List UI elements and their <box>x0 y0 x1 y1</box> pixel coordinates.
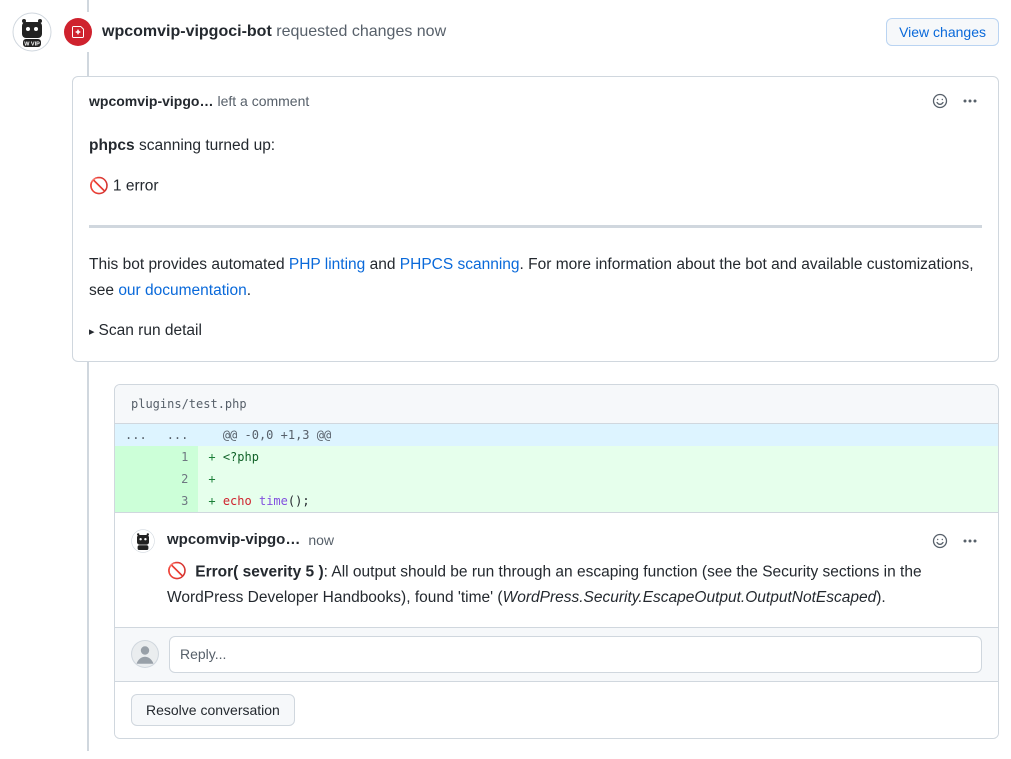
error-label: Error( severity 5 ) <box>195 563 323 580</box>
no-entry-icon: 🚫 <box>167 563 187 580</box>
changes-requested-icon <box>64 18 92 46</box>
comment-footer: Resolve conversation <box>115 681 998 738</box>
error-count: 1 error <box>113 178 159 195</box>
file-path[interactable]: plugins/test.php <box>115 385 998 424</box>
error-rule: WordPress.Security.EscapeOutput.OutputNo… <box>503 589 877 606</box>
review-comment-box: wpcomvip-vipgo… left a comment phpcs sca… <box>72 76 999 362</box>
phpcs-label: phpcs <box>89 137 135 154</box>
reply-input[interactable]: Reply... <box>169 636 982 673</box>
error-tail: ). <box>876 589 885 606</box>
gutter-new: 1 <box>157 446 199 468</box>
gutter-old <box>115 446 157 468</box>
svg-text:W VIP: W VIP <box>24 42 40 48</box>
avatar[interactable] <box>131 529 155 553</box>
code-cell: + <?php <box>198 446 998 468</box>
bot-desc-postdoc: . <box>247 282 251 299</box>
review-action: requested changes now <box>276 23 446 40</box>
php-linting-link[interactable]: PHP linting <box>289 256 365 273</box>
chevron-right-icon: ▸ <box>89 326 95 338</box>
kebab-icon[interactable] <box>958 529 982 553</box>
code-cell: + echo time(); <box>198 490 998 512</box>
left-comment-label: left a comment <box>217 91 309 112</box>
no-entry-icon: 🚫 <box>89 178 109 195</box>
gutter-ellipsis-left: ... <box>115 424 157 446</box>
gutter-old <box>115 490 157 512</box>
scan-result-suffix: scanning turned up: <box>135 137 275 154</box>
diff-row: 3+ echo time(); <box>115 490 998 512</box>
author-name[interactable]: wpcomvip-vipgoci-bot <box>102 23 272 40</box>
diff-row: 2+ <box>115 468 998 490</box>
review-body: phpcs scanning turned up: 🚫1 error This … <box>73 125 998 361</box>
scan-run-detail-label: Scan run detail <box>99 322 202 339</box>
code-review-box: plugins/test.php ... ... @@ -0,0 +1,3 @@… <box>114 384 999 739</box>
scan-run-detail-toggle[interactable]: ▸ Scan run detail <box>89 318 982 344</box>
bot-desc-and: and <box>365 256 399 273</box>
avatar[interactable]: W VIP <box>12 12 52 52</box>
hunk-header-text: @@ -0,0 +1,3 @@ <box>198 424 998 446</box>
code-cell: + <box>198 468 998 490</box>
documentation-link[interactable]: our documentation <box>118 282 246 299</box>
emoji-icon[interactable] <box>928 89 952 113</box>
gutter-new: 3 <box>157 490 199 512</box>
bot-desc-prefix: This bot provides automated <box>89 256 289 273</box>
avatar[interactable] <box>131 640 159 668</box>
commenter-name[interactable]: wpcomvip-vipgo… <box>167 529 300 552</box>
gutter-ellipsis-right: ... <box>157 424 199 446</box>
emoji-icon[interactable] <box>928 529 952 553</box>
hunk-header-row: ... ... @@ -0,0 +1,3 @@ <box>115 424 998 446</box>
kebab-icon[interactable] <box>958 89 982 113</box>
comment-text: 🚫 Error( severity 5 ): All output should… <box>167 559 982 611</box>
gutter-old <box>115 468 157 490</box>
phpcs-scanning-link[interactable]: PHPCS scanning <box>400 256 520 273</box>
comment-time: now <box>308 530 334 551</box>
gutter-new: 2 <box>157 468 199 490</box>
separator <box>89 225 982 228</box>
view-changes-button[interactable]: View changes <box>886 18 999 46</box>
review-header: W VIP wpcomvip-vipgoci-bot requested cha… <box>12 12 999 52</box>
commenter-name[interactable]: wpcomvip-vipgo… <box>89 91 213 112</box>
reply-block: Reply... <box>115 627 998 681</box>
resolve-conversation-button[interactable]: Resolve conversation <box>131 694 295 726</box>
diff-row: 1+ <?php <box>115 446 998 468</box>
inline-comment: wpcomvip-vipgo… now 🚫 <box>115 512 998 627</box>
diff-table: ... ... @@ -0,0 +1,3 @@ 1+ <?php 2+ 3+ e… <box>115 424 998 512</box>
review-header-text: wpcomvip-vipgoci-bot requested changes n… <box>102 20 876 44</box>
